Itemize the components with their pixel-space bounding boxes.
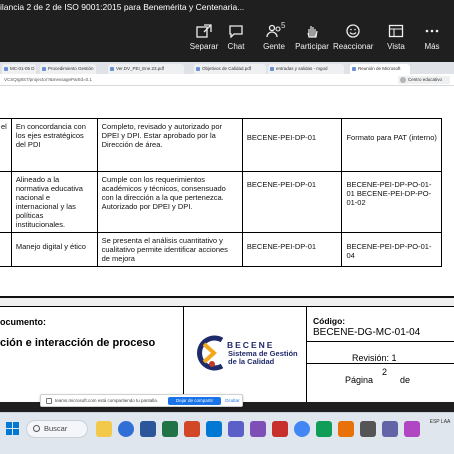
browser-tab[interactable]: entradas y salidas - mgod [268,64,344,74]
meeting-toolbar: ilancia 2 de 2 de ISO 9001:2015 para Ben… [0,0,454,62]
codigo-label: Código: [313,316,346,326]
chat-button[interactable]: Chat [216,24,256,58]
shared-screen: MC-01-05 D Procedimiento Gestión Ver.DV_… [0,62,454,402]
document-title: ción e interacción de proceso [0,337,156,349]
people-count: 5 [281,21,286,30]
view-icon [388,24,404,38]
search-label: Buscar [44,424,68,433]
page-number: 2 [382,367,388,377]
taskbar-search[interactable]: Buscar [26,420,88,438]
gente-button[interactable]: 5 Gente [254,21,294,58]
header-rule [306,363,454,364]
table-row: Alineado a la normativa educativa nacion… [0,171,442,233]
pop-out-icon [196,24,212,38]
windows-start-icon[interactable] [6,422,20,436]
meeting-title: ilancia 2 de 2 de ISO 9001:2015 para Ben… [0,2,245,12]
table-cell: Completo, revisado y autorizado por DPEI… [96,118,243,172]
table-row: el En concordancia con los ejes estratég… [0,118,442,172]
browser-tab[interactable]: Procedimiento Gestión [40,64,96,74]
vista-button[interactable]: Vista [376,24,416,58]
participar-label: Participar [295,42,329,51]
app-icon[interactable] [404,421,420,437]
screen-share-icon [46,398,52,404]
mas-button[interactable]: Más [412,24,452,58]
browser-tab[interactable]: MC-01-05 D [2,64,36,74]
stop-sharing-button[interactable]: Dejar de compartir [168,397,221,405]
table-cell: el [0,118,12,172]
edge-browser-icon[interactable] [118,421,134,437]
powerpoint-icon[interactable] [184,421,200,437]
document-label: ocumento: [0,317,46,327]
chat-icon [229,25,243,38]
screen: ilancia 2 de 2 de ISO 9001:2015 para Ben… [0,0,454,454]
reaccionar-label: Reaccionar [333,42,374,51]
browser-tabbar: MC-01-05 D Procedimiento Gestión Ver.DV_… [0,62,454,74]
document-page-bottom: ocumento: ción e interacción de proceso … [0,306,454,402]
teams-icon[interactable] [228,421,244,437]
revision-text: Revisión: 1 [352,353,397,363]
document-page-top: el En concordancia con los ejes estratég… [0,86,454,296]
table-cell: BECENE-PEI-DP-01 [241,232,343,267]
table-cell: Formato para PAT (interno) [341,118,442,172]
file-explorer-icon[interactable] [96,421,112,437]
table-cell: Manejo digital y ético [10,232,98,267]
header-divider [183,306,184,402]
app-icon[interactable] [338,421,354,437]
more-icon [425,29,439,33]
table-row: Manejo digital y ético Se presenta el an… [0,232,442,267]
participar-button[interactable]: Participar [292,24,332,58]
search-icon [33,425,40,432]
mas-label: Más [424,42,440,51]
process-table: el En concordancia con los ejes estratég… [0,118,442,267]
word-icon[interactable] [140,421,156,437]
table-cell: BECENE-PEI-DP-01 [241,118,343,172]
excel-icon[interactable] [162,421,178,437]
browser-tab[interactable]: Objetivos de Calidad.pdf [194,64,266,74]
codigo-value: BECENE-DG-MC-01-04 [313,327,421,338]
page-label: Página [345,375,374,385]
share-notification: teams.microsoft.com está compartiendo tu… [40,394,243,407]
table-cell: BECENE-PEI-DP-PO-01-04 [341,232,442,267]
table-cell: Alineado a la normativa educativa nacion… [10,171,98,233]
header-rule [306,341,454,342]
chat-label: Chat [227,42,245,51]
chrome-icon[interactable] [294,421,310,437]
url-text[interactable]: VCSQIg8S7/projector?&messagePartId=0.1 [4,75,344,85]
logo-subtitle: Sistema de Gestión de la Calidad [228,349,298,366]
outlook-icon[interactable] [206,421,222,437]
table-cell: Se presenta el análisis cuantitativo y c… [96,232,243,267]
onenote-icon[interactable] [250,421,266,437]
table-cell: En concordancia con los ejes estratégico… [10,118,98,172]
reaccionar-button[interactable]: Reaccionar [333,24,373,58]
language-indicator[interactable]: ESP LAA [429,419,451,426]
page-of-label: de [400,375,411,385]
browser-tab[interactable]: Ver.DV_PEI_Ene.23.pdf [108,64,184,74]
hide-button[interactable]: Ocultar [225,395,240,407]
taskbar: Buscar ESP LAA [0,412,454,454]
table-cell: BECENE-PEI-DP-PO-01-01 BECENE-PEI-DP-PO-… [341,171,442,233]
people-icon [266,24,281,38]
app-icon[interactable] [382,421,398,437]
profile-chip[interactable]: Centro educativo [398,76,450,84]
app-icon[interactable] [316,421,332,437]
app-icon[interactable] [360,421,376,437]
table-cell: Cumple con los requerimientos académicos… [96,171,243,233]
header-rule [0,306,454,307]
page-gap [0,296,454,306]
pdf-reader-icon[interactable] [272,421,288,437]
table-cell: BECENE-PEI-DP-01 [241,171,343,233]
gente-label: Gente [263,42,285,51]
table-cell [0,171,12,233]
table-cell [0,232,12,267]
becene-logo-icon [197,335,224,371]
browser-tab-active[interactable]: Reunión de Microsoft [350,64,410,74]
share-message: teams.microsoft.com está compartiendo tu… [55,398,159,403]
smiley-icon [346,24,360,38]
vista-label: Vista [387,42,405,51]
address-bar[interactable]: VCSQIg8S7/projector?&messagePartId=0.1 C… [0,74,454,86]
raise-hand-icon [307,26,318,38]
